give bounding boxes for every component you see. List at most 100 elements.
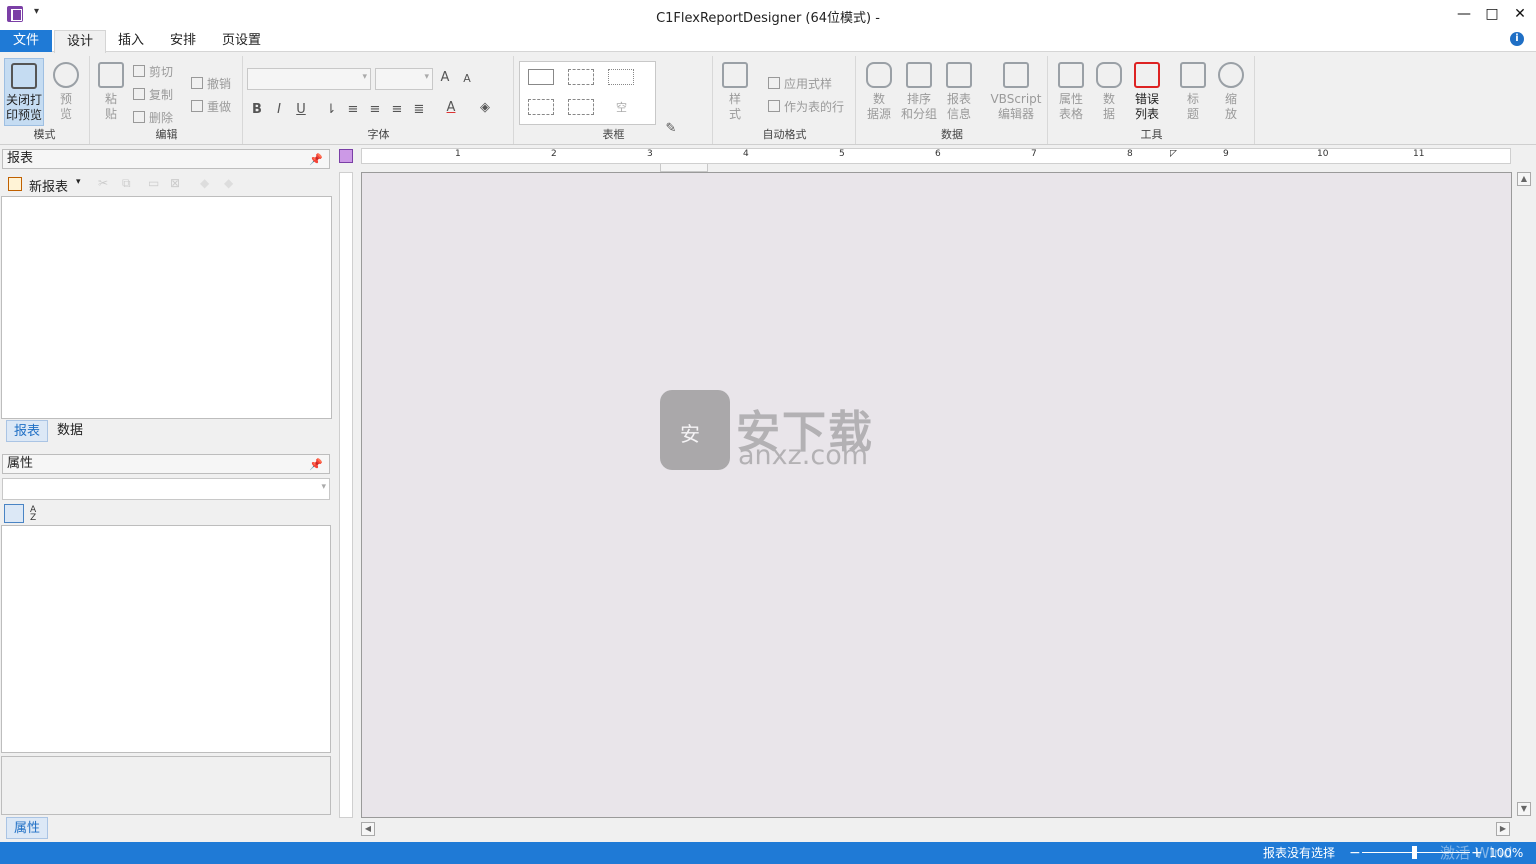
select-all-corner[interactable] bbox=[339, 149, 353, 163]
tab-data[interactable]: 数据 bbox=[50, 420, 90, 442]
text-direction-icon[interactable]: ⇂ bbox=[322, 102, 340, 117]
move-down-icon[interactable]: ◆ bbox=[224, 176, 233, 190]
align-center-icon[interactable]: ≡ bbox=[366, 102, 384, 117]
group-font: A A B I U ⇂ ≡ ≡ ≡ ≣ A ◈ 字体 bbox=[244, 56, 514, 144]
ruler-mark: 1 bbox=[455, 149, 461, 159]
property-table-button[interactable]: 属性 表格 bbox=[1051, 58, 1091, 126]
property-grid[interactable] bbox=[1, 525, 331, 753]
border-style-gallery[interactable]: 空 bbox=[519, 61, 656, 125]
font-color-icon[interactable]: A bbox=[442, 100, 460, 115]
scroll-left-icon[interactable]: ◀ bbox=[361, 822, 375, 836]
report-design-canvas[interactable]: 安下载 anxz.com bbox=[361, 172, 1512, 818]
page-width-marker-icon[interactable]: ◸ bbox=[1170, 149, 1177, 159]
apply-style-button[interactable]: 应用式样 bbox=[768, 74, 832, 94]
alphabetical-sort-icon[interactable]: A Z bbox=[30, 506, 44, 523]
ruler-mark: 6 bbox=[935, 149, 941, 159]
fill-color-icon[interactable]: ◈ bbox=[476, 100, 494, 115]
horizontal-scrollbar[interactable]: ◀ ▶ bbox=[361, 822, 1512, 836]
align-left-icon[interactable]: ≡ bbox=[344, 102, 362, 117]
reports-panel-header: 报表 📌 bbox=[2, 149, 330, 169]
object-selector-dropdown[interactable] bbox=[2, 478, 330, 500]
move-up-icon[interactable]: ◆ bbox=[200, 176, 209, 190]
zoom-slider-thumb[interactable] bbox=[1412, 846, 1417, 859]
font-name-dropdown[interactable] bbox=[247, 68, 371, 90]
redo-icon bbox=[191, 100, 203, 112]
shrink-font-button[interactable]: A bbox=[458, 72, 476, 85]
zoom-button[interactable]: 缩 放 bbox=[1211, 58, 1251, 126]
font-size-dropdown[interactable] bbox=[375, 68, 433, 90]
bold-button[interactable]: B bbox=[248, 102, 266, 117]
vbscript-editor-button[interactable]: VBScript 编辑器 bbox=[985, 58, 1047, 126]
paste-icon[interactable]: ▭ bbox=[148, 176, 159, 190]
justify-icon[interactable]: ≣ bbox=[410, 102, 428, 117]
group-label-border: 表框 bbox=[602, 128, 625, 141]
close-print-preview-button[interactable]: 关闭打 印预览 bbox=[4, 58, 44, 126]
new-report-button[interactable]: 新报表 bbox=[29, 176, 68, 195]
underline-button[interactable]: U bbox=[292, 102, 310, 117]
reports-list[interactable] bbox=[1, 196, 332, 419]
group-label-data: 数据 bbox=[941, 128, 963, 141]
align-right-icon[interactable]: ≡ bbox=[388, 102, 406, 117]
categorized-view-icon[interactable] bbox=[4, 504, 24, 523]
copy-button[interactable]: 复制 bbox=[133, 85, 173, 105]
as-table-row-button[interactable]: 作为表的行 bbox=[768, 97, 844, 117]
style-button[interactable]: 样 式 bbox=[717, 58, 753, 126]
border-dotted-swatch[interactable] bbox=[608, 69, 634, 85]
maximize-button[interactable]: □ bbox=[1478, 3, 1506, 25]
undo-button[interactable]: 撤销 bbox=[191, 74, 231, 94]
group-tools: 属性 表格 数 据 错误 列表 标 题 缩 放 工具 bbox=[1049, 56, 1255, 144]
grow-font-button[interactable]: A bbox=[436, 70, 454, 85]
title-button[interactable]: 标 题 bbox=[1173, 58, 1213, 126]
vertical-scrollbar[interactable]: ▲ ▼ bbox=[1517, 172, 1531, 820]
sort-group-button[interactable]: 排序 和分组 bbox=[899, 58, 939, 126]
tab-page-setup[interactable]: 页设置 bbox=[210, 30, 273, 52]
scroll-up-icon[interactable]: ▲ bbox=[1517, 172, 1531, 186]
zoom-out-button[interactable]: − bbox=[1349, 842, 1361, 864]
group-label-edit: 编辑 bbox=[155, 128, 178, 141]
zoom-in-button[interactable]: + bbox=[1471, 842, 1483, 864]
datasource-button[interactable]: 数 据源 bbox=[859, 58, 899, 126]
ruler-mark: 8 bbox=[1127, 149, 1133, 159]
border-empty-swatch[interactable]: 空 bbox=[616, 99, 627, 115]
scroll-right-icon[interactable]: ▶ bbox=[1496, 822, 1510, 836]
data-button[interactable]: 数 据 bbox=[1089, 58, 1129, 126]
report-info-button[interactable]: 报表 信息 bbox=[939, 58, 979, 126]
border-dash-swatch-3[interactable] bbox=[568, 99, 594, 115]
database-icon bbox=[866, 62, 892, 88]
new-report-icon[interactable] bbox=[8, 177, 22, 191]
italic-button[interactable]: I bbox=[270, 102, 288, 117]
border-solid-swatch[interactable] bbox=[528, 69, 554, 85]
preview-button[interactable]: 预 览 bbox=[46, 58, 86, 126]
info-icon[interactable]: i bbox=[1510, 32, 1524, 46]
pin-icon[interactable]: 📌 bbox=[309, 151, 323, 169]
border-dash-swatch-2[interactable] bbox=[528, 99, 554, 115]
minimize-button[interactable]: — bbox=[1450, 3, 1478, 25]
tab-file[interactable]: 文件 bbox=[0, 30, 52, 52]
paste-button[interactable]: 粘 贴 bbox=[93, 58, 129, 126]
checklist-icon bbox=[1058, 62, 1084, 88]
group-edit: 粘 贴 剪切 复制 删除 撤销 重做 编辑 bbox=[91, 56, 243, 144]
tab-arrange[interactable]: 安排 bbox=[158, 30, 208, 52]
tab-design[interactable]: 设计 bbox=[54, 30, 107, 53]
redo-button[interactable]: 重做 bbox=[191, 97, 231, 117]
pin-icon[interactable]: 📌 bbox=[309, 456, 323, 474]
close-button[interactable]: ✕ bbox=[1506, 3, 1534, 25]
delete-button[interactable]: 删除 bbox=[133, 108, 173, 128]
group-label-autoformat: 自动格式 bbox=[762, 128, 807, 141]
tab-properties[interactable]: 属性 bbox=[6, 817, 49, 839]
border-dashed-swatch[interactable] bbox=[568, 69, 594, 85]
cut-button[interactable]: 剪切 bbox=[133, 62, 173, 82]
copy-icon[interactable]: ⧉ bbox=[122, 176, 131, 191]
ribbon-tab-bar: 文件 设计 插入 安排 页设置 i bbox=[0, 30, 1536, 53]
scroll-down-icon[interactable]: ▼ bbox=[1517, 802, 1531, 816]
sort-group-icon bbox=[906, 62, 932, 88]
cut-icon[interactable]: ✂ bbox=[98, 176, 108, 190]
watermark-en: anxz.com bbox=[738, 440, 869, 471]
tab-reports[interactable]: 报表 bbox=[6, 420, 49, 442]
new-report-dropdown-icon[interactable]: ▾ bbox=[76, 177, 81, 187]
tab-insert[interactable]: 插入 bbox=[106, 30, 156, 52]
horizontal-ruler: 1 2 3 4 5 6 7 8 9 10 11 ◸ bbox=[361, 148, 1511, 164]
delete-report-icon[interactable]: ⊠ bbox=[170, 176, 180, 190]
error-list-button[interactable]: 错误 列表 bbox=[1127, 58, 1167, 126]
border-color-icon[interactable]: ✎ bbox=[662, 121, 680, 136]
